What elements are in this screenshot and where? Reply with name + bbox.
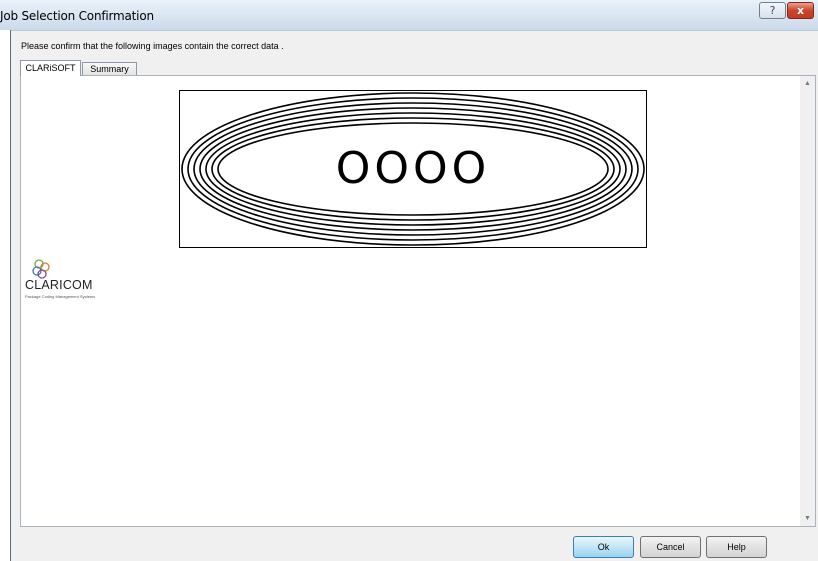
title-bar[interactable]: Job Selection Confirmation ? x: [0, 0, 818, 31]
scroll-down-icon[interactable]: ▼: [800, 511, 815, 526]
window-left-border: [0, 30, 11, 561]
logo-wordmark: CLARICOM: [25, 278, 93, 292]
help-icon[interactable]: ?: [759, 2, 786, 19]
close-icon[interactable]: x: [787, 2, 814, 19]
cancel-button[interactable]: Cancel: [640, 536, 701, 558]
ok-button[interactable]: Ok: [573, 536, 634, 558]
tab-clarisoft[interactable]: CLARiSOFT: [20, 60, 81, 76]
label-preview-image: OOOO: [179, 90, 647, 248]
label-code-text: OOOO: [335, 143, 491, 194]
claricom-logo-icon: [32, 259, 50, 279]
window-title: Job Selection Confirmation: [0, 9, 154, 23]
help-button[interactable]: Help: [706, 536, 767, 558]
tab-summary[interactable]: Summary: [82, 62, 137, 76]
claricom-logo: CLARICOM Package Coding Management Syste…: [25, 259, 145, 309]
scroll-up-icon[interactable]: ▲: [800, 76, 815, 91]
logo-tagline: Package Coding Management Systems: [25, 294, 96, 299]
dialog-body: Please confirm that the following images…: [11, 31, 818, 561]
dialog-window: Job Selection Confirmation ? x Please co…: [0, 0, 818, 561]
vertical-scrollbar[interactable]: ▲ ▼: [800, 76, 815, 526]
image-preview-panel: OOOO CLARICOM Package Coding Management …: [20, 75, 816, 527]
confirmation-prompt: Please confirm that the following images…: [21, 41, 284, 51]
